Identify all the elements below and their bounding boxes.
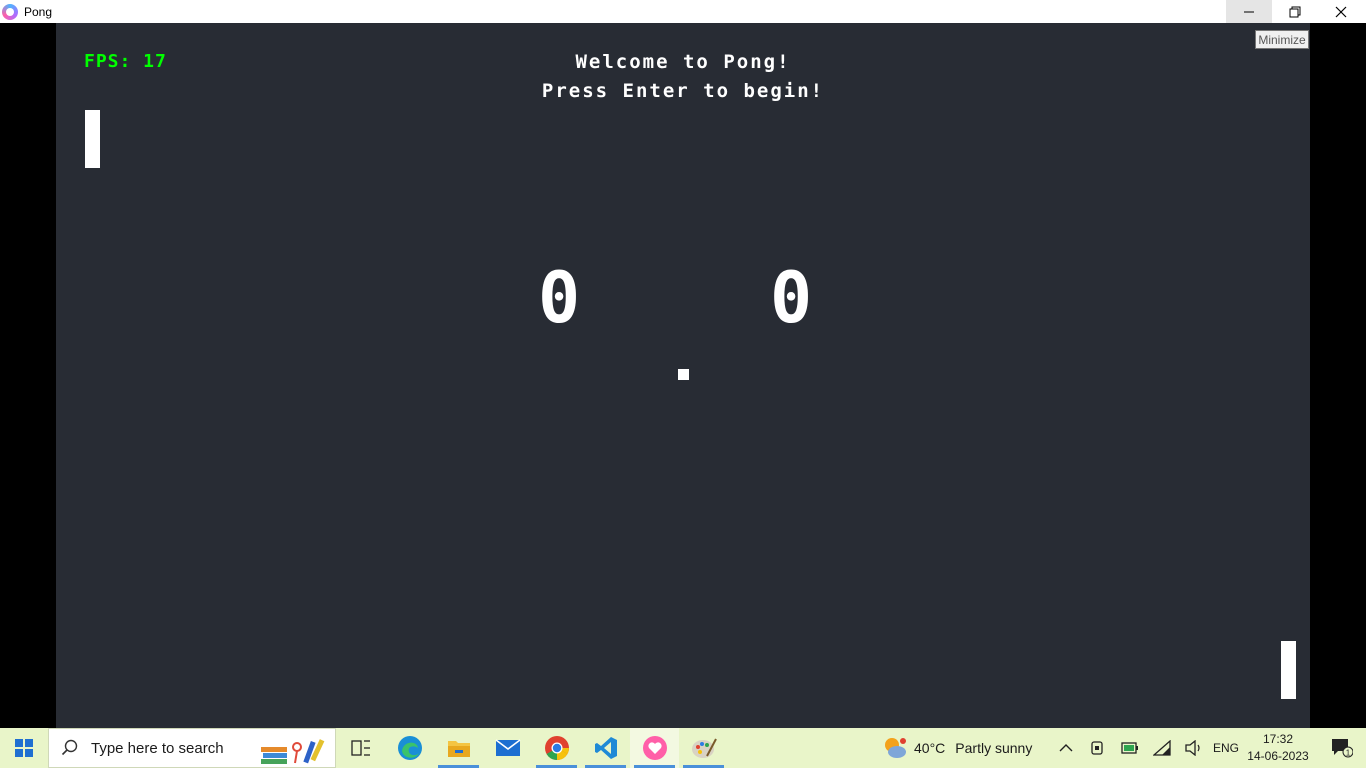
mail-icon: [495, 739, 520, 756]
restore-button[interactable]: [1272, 0, 1318, 23]
taskbar-pong[interactable]: [630, 728, 679, 768]
notification-count: 1: [1346, 749, 1351, 758]
game-canvas[interactable]: FPS: 17 Welcome to Pong! Press Enter to …: [56, 23, 1310, 728]
task-view-icon: [350, 740, 370, 756]
player2-score: 0: [770, 257, 813, 339]
taskbar-vscode[interactable]: [581, 728, 630, 768]
network-button[interactable]: [1146, 740, 1178, 756]
player1-score: 0: [538, 257, 581, 339]
restore-icon: [1289, 6, 1301, 17]
battery-icon: [1121, 742, 1138, 754]
title-bar[interactable]: Pong: [0, 0, 1366, 23]
vscode-icon: [594, 737, 617, 759]
close-button[interactable]: [1318, 0, 1364, 23]
minimize-icon: [1244, 11, 1254, 12]
close-icon: [1335, 6, 1347, 17]
taskbar: Type here to search 40°C Partly sunny EN…: [0, 728, 1366, 768]
weather-temperature: 40°C: [914, 740, 946, 756]
welcome-message: Welcome to Pong!: [575, 51, 791, 73]
weather-widget[interactable]: 40°C Partly sunny: [882, 728, 1032, 768]
system-tray: ENG: [1050, 728, 1242, 768]
search-highlight-illustration-icon: [261, 739, 325, 764]
paint-palette-icon: [691, 738, 717, 758]
pong-app-icon: [2, 3, 18, 20]
start-button[interactable]: [0, 728, 48, 768]
search-icon: [61, 739, 78, 756]
wifi-icon: [1153, 740, 1171, 756]
left-paddle: [85, 110, 100, 168]
edge-icon: [397, 736, 422, 760]
volume-button[interactable]: [1178, 740, 1210, 756]
taskbar-edge[interactable]: [385, 728, 434, 768]
start-instruction: Press Enter to begin!: [541, 80, 825, 102]
right-paddle: [1281, 641, 1296, 699]
show-hidden-icons-button[interactable]: [1050, 743, 1082, 753]
taskbar-search-box[interactable]: Type here to search: [48, 728, 336, 768]
weather-condition: Partly sunny: [955, 740, 1033, 756]
taskbar-chrome[interactable]: [532, 728, 581, 768]
task-view-button[interactable]: [336, 728, 385, 768]
chevron-up-icon: [1059, 744, 1073, 752]
ball: [678, 369, 689, 380]
meet-now-button[interactable]: [1082, 740, 1114, 756]
taskbar-file-explorer[interactable]: [434, 728, 483, 768]
folder-icon: [447, 741, 470, 757]
camera-icon: [1091, 741, 1103, 755]
action-center-button[interactable]: 1: [1318, 728, 1366, 768]
taskbar-mail[interactable]: [483, 728, 532, 768]
heart-app-icon: [642, 736, 667, 760]
chrome-icon: [544, 736, 569, 760]
taskbar-paint[interactable]: [679, 728, 728, 768]
partly-sunny-icon: [885, 738, 906, 758]
window-title: Pong: [24, 4, 53, 19]
clock-date: 14-06-2023: [1247, 749, 1309, 763]
minimize-tooltip: Minimize: [1255, 30, 1309, 49]
taskbar-clock[interactable]: 17:32 14-06-2023: [1244, 731, 1312, 765]
notification-icon: 1: [1332, 739, 1353, 758]
speaker-icon: [1185, 740, 1200, 756]
windows-logo-icon: [15, 739, 33, 757]
clock-time: 17:32: [1262, 732, 1294, 746]
battery-button[interactable]: [1114, 741, 1146, 755]
search-placeholder: Type here to search: [91, 739, 224, 757]
input-language[interactable]: ENG: [1210, 741, 1242, 755]
minimize-button[interactable]: [1226, 0, 1272, 23]
